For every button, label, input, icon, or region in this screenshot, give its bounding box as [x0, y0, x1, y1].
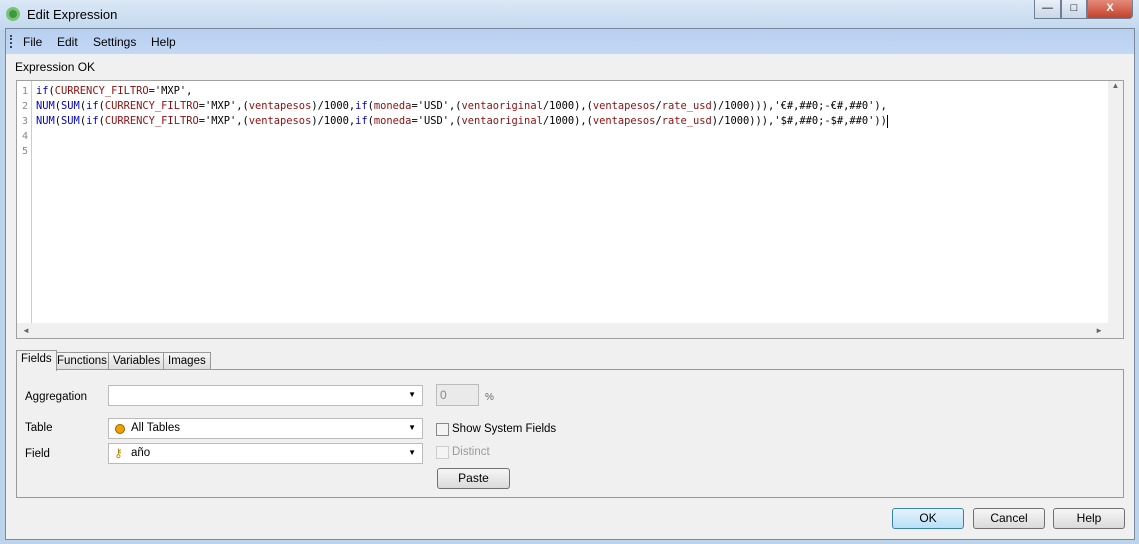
aggregation-label: Aggregation — [25, 391, 88, 403]
distinct-label: Distinct — [452, 446, 490, 458]
vertical-scrollbar[interactable]: ▲ — [1108, 81, 1123, 324]
table-value: All Tables — [131, 422, 181, 434]
menu-edit[interactable]: Edit — [57, 35, 78, 49]
field-token: CURRENCY_FILTRO — [104, 100, 199, 112]
code-line[interactable]: NUM(SUM(if(CURRENCY_FILTRO='MXP',(ventap… — [36, 114, 888, 129]
field-token: ventapesos — [592, 100, 656, 112]
tab-variables[interactable]: Variables — [108, 352, 166, 370]
text-cursor — [886, 114, 888, 128]
line-number: 3 — [21, 116, 28, 127]
keyword-token: NUM — [36, 115, 55, 127]
field-token: ventapesos — [592, 115, 656, 127]
minimize-button[interactable]: — — [1034, 0, 1061, 19]
text-token: /1000),( — [542, 115, 593, 127]
field-token: moneda — [373, 115, 412, 127]
code-line[interactable] — [36, 129, 888, 144]
tab-images[interactable]: Images — [163, 352, 211, 370]
title-bar: Edit Expression — □ X — [0, 0, 1139, 30]
line-number: 1 — [21, 86, 28, 97]
field-select[interactable]: ⚷ año ▼ — [108, 443, 423, 464]
code-line[interactable] — [36, 144, 888, 159]
maximize-button[interactable]: □ — [1061, 0, 1087, 19]
window-title: Edit Expression — [27, 7, 118, 22]
text-token: ='MXP', — [148, 85, 193, 97]
distinct-checkbox[interactable] — [436, 446, 449, 459]
scroll-up-icon[interactable]: ▲ — [1108, 81, 1123, 90]
field-token: rate_usd — [661, 115, 712, 127]
line-number: 2 — [21, 101, 28, 112]
field-token: CURRENCY_FILTRO — [54, 85, 149, 97]
text-token: ='MXP',( — [198, 115, 249, 127]
field-token: moneda — [373, 100, 412, 112]
keyword-token: if — [86, 100, 99, 112]
chevron-down-icon: ▼ — [408, 423, 416, 432]
app-icon — [6, 7, 20, 21]
key-icon: ⚷ — [114, 446, 123, 460]
fields-panel: Aggregation ▼ 0 % Table All Tables ▼ Show… — [16, 369, 1124, 498]
chevron-down-icon: ▼ — [408, 390, 416, 399]
table-select[interactable]: All Tables ▼ — [108, 418, 423, 439]
text-token: ='USD',( — [411, 100, 462, 112]
field-token: ventapesos — [248, 115, 312, 127]
tab-functions[interactable]: Functions — [52, 352, 112, 370]
menu-help[interactable]: Help — [151, 35, 176, 49]
line-number: 4 — [21, 131, 28, 142]
percent-input[interactable]: 0 — [436, 384, 479, 406]
tab-fields[interactable]: Fields — [16, 350, 57, 371]
field-token: ventaoriginal — [461, 100, 543, 112]
table-label: Table — [25, 422, 53, 434]
code-area[interactable]: if(CURRENCY_FILTRO='MXP', NUM(SUM(if(CURR… — [36, 84, 888, 159]
keyword-token: if — [86, 115, 99, 127]
menu-settings[interactable]: Settings — [93, 35, 136, 49]
toolbar-grip-icon[interactable] — [10, 35, 12, 48]
keyword-token: if — [36, 85, 49, 97]
paste-button[interactable]: Paste — [437, 468, 510, 489]
field-token: CURRENCY_FILTRO — [104, 115, 199, 127]
field-token: ventaoriginal — [461, 115, 543, 127]
field-label: Field — [25, 448, 50, 460]
menu-file[interactable]: File — [23, 35, 42, 49]
scroll-right-icon[interactable]: ► — [1095, 326, 1103, 335]
line-number: 5 — [21, 146, 28, 157]
close-button[interactable]: X — [1087, 0, 1133, 19]
scroll-left-icon[interactable]: ◄ — [22, 326, 30, 335]
show-system-fields-checkbox[interactable] — [436, 423, 449, 436]
field-token: ventapesos — [248, 100, 312, 112]
keyword-token: if — [355, 100, 368, 112]
chevron-down-icon: ▼ — [408, 448, 416, 457]
text-token: /1000),( — [542, 100, 593, 112]
text-token: )/1000))),'$#,##0;-$#,##0')) — [711, 115, 887, 127]
code-line[interactable]: NUM(SUM(if(CURRENCY_FILTRO='MXP',(ventap… — [36, 99, 888, 114]
horizontal-scrollbar[interactable]: ◄ ► — [17, 323, 1123, 338]
help-button[interactable]: Help — [1053, 508, 1125, 529]
code-line[interactable]: if(CURRENCY_FILTRO='MXP', — [36, 84, 888, 99]
field-value: año — [131, 447, 151, 459]
ok-button[interactable]: OK — [892, 508, 964, 529]
keyword-token: SUM — [61, 100, 80, 112]
expression-status: Expression OK — [15, 60, 96, 74]
keyword-token: SUM — [61, 115, 80, 127]
line-numbers: 1 2 3 4 5 — [17, 81, 32, 324]
show-system-fields-label: Show System Fields — [452, 423, 557, 435]
text-token: )/1000, — [311, 115, 356, 127]
dialog-body: File Edit Settings Help Expression OK 1 2… — [5, 28, 1135, 540]
text-token: )/1000))),'€#,##0;-€#,##0'), — [711, 100, 887, 112]
keyword-token: if — [355, 115, 368, 127]
expression-editor[interactable]: 12345 if(CURRENCY_FILTRO='MXP', NUM(SUM(i… — [16, 80, 1124, 339]
aggregation-select[interactable]: ▼ — [108, 385, 423, 406]
field-token: rate_usd — [661, 100, 712, 112]
text-token: )/1000, — [311, 100, 356, 112]
text-token: ='MXP',( — [198, 100, 249, 112]
keyword-token: NUM — [36, 100, 55, 112]
menu-bar: File Edit Settings Help — [6, 29, 1134, 54]
table-icon — [115, 424, 125, 434]
text-token: ='USD',( — [411, 115, 462, 127]
cancel-button[interactable]: Cancel — [973, 508, 1045, 529]
percent-sign: % — [485, 392, 494, 403]
